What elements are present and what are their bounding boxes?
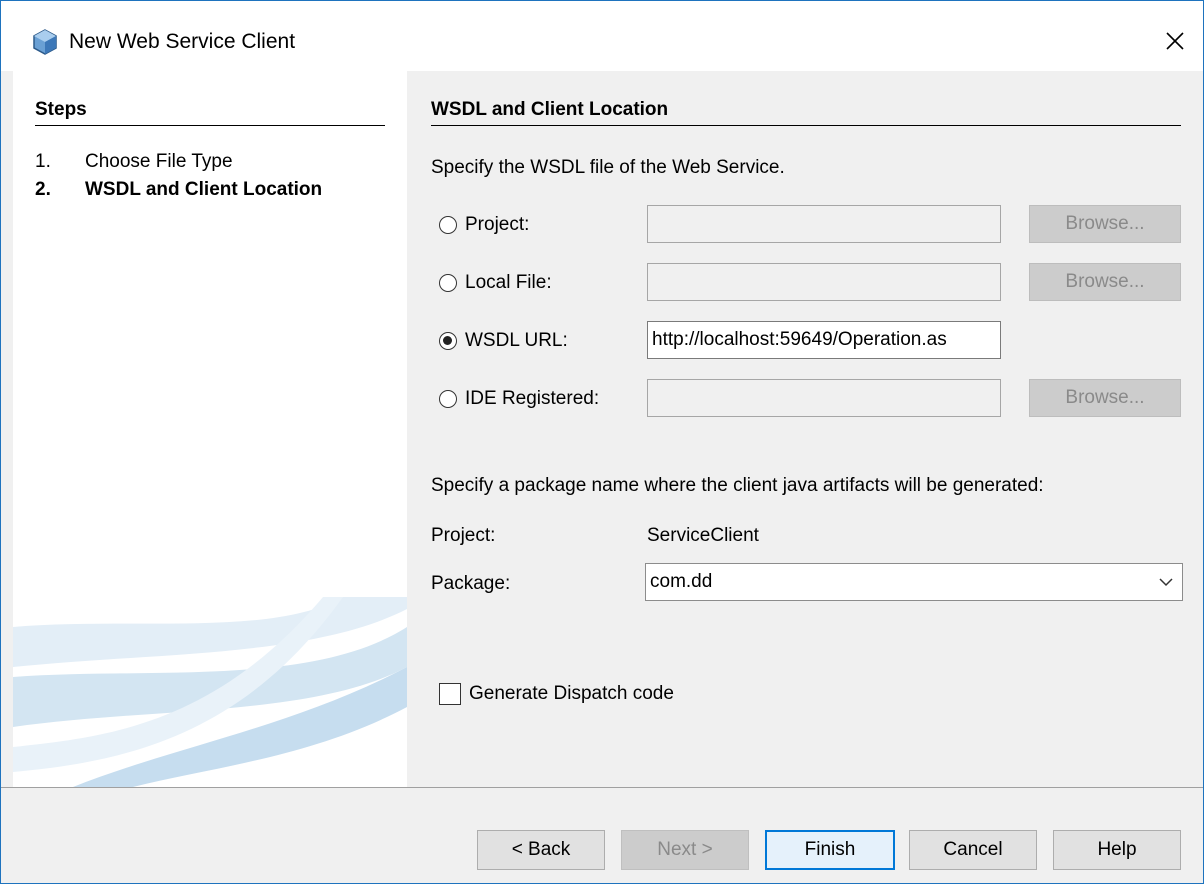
radio-label: WSDL URL: (465, 330, 568, 351)
cancel-button[interactable]: Cancel (909, 830, 1037, 870)
browse-ide-registered-button: Browse... (1029, 379, 1181, 417)
step-label: Choose File Type (85, 151, 233, 172)
next-button: Next > (621, 830, 749, 870)
project-value: ServiceClient (647, 525, 759, 546)
project-field (647, 205, 1001, 243)
browse-local-file-button: Browse... (1029, 263, 1181, 301)
step-item-2: 2. WSDL and Client Location (35, 179, 322, 201)
steps-panel: Steps 1. Choose File Type 2. WSDL and Clie… (13, 71, 407, 787)
ide-registered-field (647, 379, 1001, 417)
button-bar: < Back Next > Finish Cancel Help (1, 787, 1203, 883)
dialog-window: New Web Service Client Steps 1. Choose Fi… (0, 0, 1204, 884)
netbeans-cube-icon (33, 29, 57, 55)
step-item-1: 1. Choose File Type (35, 151, 233, 173)
radio-button[interactable] (439, 216, 457, 234)
radio-ide-registered[interactable]: IDE Registered: (439, 384, 599, 414)
project-label: Project: (431, 525, 496, 546)
package-label: Package: (431, 573, 511, 594)
radio-label: Project: (465, 214, 530, 235)
radio-local-file[interactable]: Local File: (439, 268, 552, 298)
radio-button[interactable] (439, 390, 457, 408)
wizard-content: WSDL and Client Location Specify the WSD… (407, 71, 1203, 787)
wsdl-instruction: Specify the WSDL file of the Web Service… (431, 157, 785, 178)
radio-project[interactable]: Project: (439, 210, 529, 240)
dispatch-checkbox-row[interactable]: Generate Dispatch code (439, 683, 674, 705)
finish-button[interactable]: Finish (765, 830, 895, 870)
package-instruction: Specify a package name where the client … (431, 475, 1044, 496)
radio-wsdl-url[interactable]: WSDL URL: (439, 326, 568, 356)
steps-header: Steps (35, 99, 385, 126)
decorative-swoosh-graphic (13, 597, 407, 787)
window-title: New Web Service Client (69, 30, 296, 53)
radio-label: IDE Registered: (465, 388, 600, 409)
step-label: WSDL and Client Location (85, 179, 323, 200)
close-button[interactable] (1147, 15, 1203, 67)
radio-button[interactable] (439, 332, 457, 350)
dispatch-label: Generate Dispatch code (469, 683, 674, 704)
section-title: WSDL and Client Location (431, 99, 1181, 126)
chevron-down-icon[interactable] (1158, 574, 1174, 590)
step-number: 1. (35, 151, 51, 172)
package-value: com.dd (650, 571, 713, 592)
step-number: 2. (35, 179, 51, 200)
local-file-field (647, 263, 1001, 301)
radio-button[interactable] (439, 274, 457, 292)
dispatch-checkbox[interactable] (439, 683, 461, 705)
package-combobox[interactable]: com.dd (645, 563, 1183, 601)
back-button[interactable]: < Back (477, 830, 605, 870)
close-icon (1166, 32, 1184, 50)
title-bar[interactable]: New Web Service Client (1, 1, 1203, 71)
browse-project-button: Browse... (1029, 205, 1181, 243)
help-button[interactable]: Help (1053, 830, 1181, 870)
wsdl-url-input[interactable]: http://localhost:59649/Operation.as (647, 321, 1001, 359)
radio-label: Local File: (465, 272, 552, 293)
